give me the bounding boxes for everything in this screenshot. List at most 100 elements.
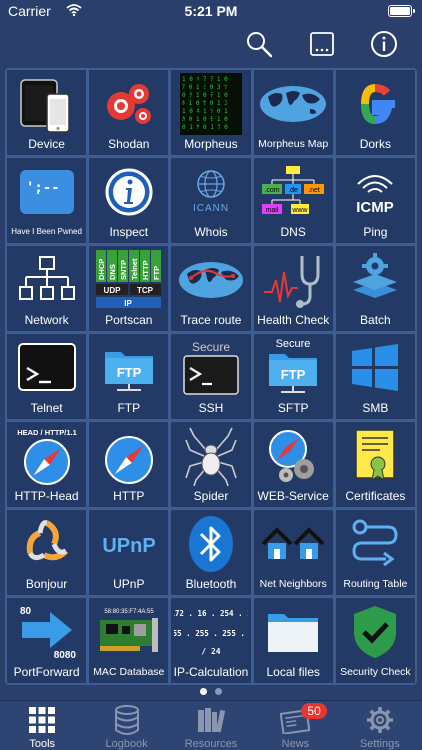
tool-spider[interactable]: Spider <box>171 422 251 507</box>
secure-terminal-icon: Secure <box>183 340 239 395</box>
terminal-icon <box>17 343 76 391</box>
tool-label: Trace route <box>180 313 242 327</box>
tool-trace-route[interactable]: Trace route <box>171 246 251 331</box>
tool-label: DNS <box>280 225 306 239</box>
tool-telnet[interactable]: Telnet <box>7 334 87 419</box>
tool-web-service[interactable]: WEB-Service <box>253 422 333 507</box>
tool-ip-calculation[interactable]: 172 . 16 . 254 . 1 255 . 255 . 255 . 0 /… <box>171 598 251 683</box>
upnp-icon: UPnP <box>102 535 155 557</box>
toolbar <box>0 22 422 66</box>
tool-morpheus-map[interactable]: Morpheus Map <box>253 70 333 155</box>
route-path-icon <box>352 519 398 567</box>
tool-label: Certificates <box>345 489 406 503</box>
gear-icon <box>366 707 393 733</box>
more-button[interactable] <box>306 28 338 60</box>
tool-portforward[interactable]: 80 8080 PortForward <box>7 598 87 683</box>
tool-label: Net Neighbors <box>259 578 327 590</box>
tab-logbook[interactable]: Logbook <box>84 701 168 750</box>
tool-label: HTTP <box>113 489 145 503</box>
tab-settings[interactable]: Settings <box>338 701 422 750</box>
tab-news[interactable]: 50 News <box>253 701 337 750</box>
trace-map-icon <box>178 262 243 298</box>
pwned-terminal-icon: ';-- <box>19 170 74 214</box>
tool-bluetooth[interactable]: Bluetooth <box>171 510 251 595</box>
tool-label: Have I Been Pwned <box>11 227 82 236</box>
matrix-code-icon: 1 0 ﾊ 7 ｦ 1 0ｱ 0 1 ﾐ 0 3 ﾂ 0 ｸ 1 0 ﾃ 1 0… <box>179 73 242 135</box>
tool-routing-table[interactable]: Routing Table <box>335 510 415 595</box>
database-icon <box>114 705 139 735</box>
tool-label: Local files <box>266 665 320 679</box>
svg-text:mail: mail <box>266 207 279 214</box>
tool-network[interactable]: Network <box>7 246 87 331</box>
tool-portscan[interactable]: DHCP DNS SNTP Telnet HTTP FTP UDP TCP IP… <box>89 246 169 331</box>
tool-ftp[interactable]: FTP FTP <box>89 334 169 419</box>
tool-smb[interactable]: SMB <box>335 334 415 419</box>
tool-dns[interactable]: .com .de .net mail www DNS <box>253 158 333 243</box>
tool-shodan[interactable]: Shodan <box>89 70 169 155</box>
tool-label: Bluetooth <box>185 577 237 591</box>
tool-label: Routing Table <box>343 578 408 590</box>
page-dot-1[interactable] <box>200 688 207 695</box>
tool-net-neighbors[interactable]: Net Neighbors <box>253 510 333 595</box>
safari-icon <box>104 436 153 484</box>
tools-grid: Device Shodan 1 0 ﾊ 7 ｦ 1 0ｱ 0 1 ﾐ 0 3 ﾂ… <box>5 68 417 685</box>
folder-icon <box>268 614 319 652</box>
svg-text:.de: .de <box>288 187 298 194</box>
svg-text:0 1 ﾔ 0 1 ﾗ 0: 0 1 ﾔ 0 1 ﾗ 0 <box>182 124 228 131</box>
tool-local-files[interactable]: Local files <box>253 598 333 683</box>
tool-sftp[interactable]: Secure FTP SFTP <box>253 334 333 419</box>
tool-upnp[interactable]: UPnP UPnP <box>89 510 169 595</box>
ip-calc-icon: 172 . 16 . 254 . 1 255 . 255 . 255 . 0 /… <box>174 609 248 656</box>
tool-http[interactable]: HTTP <box>89 422 169 507</box>
tool-health-check[interactable]: Health Check <box>253 246 333 331</box>
spider-icon <box>185 427 237 486</box>
tool-batch[interactable]: Batch <box>335 246 415 331</box>
svg-text:HTTP: HTTP <box>141 260 150 280</box>
grid-icon <box>29 707 56 733</box>
tool-label: Shodan <box>108 137 150 151</box>
tool-ssh[interactable]: Secure SSH <box>171 334 251 419</box>
svg-text:FTP: FTP <box>117 365 142 380</box>
tab-label: Resources <box>184 738 238 750</box>
tab-tools[interactable]: Tools <box>0 701 84 750</box>
tool-whois[interactable]: ICANN Whois <box>171 158 251 243</box>
tool-label: SMB <box>362 401 389 415</box>
tool-device[interactable]: Device <box>7 70 87 155</box>
battery-fill <box>390 7 410 15</box>
bluetooth-icon <box>188 516 233 572</box>
tool-morpheus[interactable]: 1 0 ﾊ 7 ｦ 1 0ｱ 0 1 ﾐ 0 3 ﾂ 0 ｸ 1 0 ﾃ 1 0… <box>171 70 251 155</box>
safari-head-icon: HEAD / HTTP/1.1 <box>17 428 76 485</box>
device-icon <box>19 79 70 133</box>
tool-have-i-been-pwned[interactable]: ';-- Have I Been Pwned <box>7 158 87 243</box>
tool-label: Dorks <box>359 137 392 151</box>
search-button[interactable] <box>243 28 275 60</box>
svg-text:UDP: UDP <box>103 286 121 295</box>
tool-label: Morpheus Map <box>258 138 329 150</box>
svg-text:Telnet: Telnet <box>130 258 139 280</box>
tool-label: Bonjour <box>25 577 68 591</box>
tool-certificates[interactable]: Certificates <box>335 422 415 507</box>
network-card-icon: 58:80:35:F7:4A:55 <box>99 609 158 652</box>
ftp-folder-icon: FTP <box>104 352 153 391</box>
tool-ping[interactable]: ICMP Ping <box>335 158 415 243</box>
tool-bonjour[interactable]: Bonjour <box>7 510 87 595</box>
tool-label: Portscan <box>105 313 153 327</box>
tool-mac-database[interactable]: 58:80:35:F7:4A:55 MAC Database <box>89 598 169 683</box>
tool-inspect[interactable]: Inspect <box>89 158 169 243</box>
page-indicator[interactable] <box>0 688 422 696</box>
layers-gear-icon <box>353 253 398 298</box>
info-button[interactable] <box>368 28 400 60</box>
tab-label: Logbook <box>105 738 148 750</box>
svg-text:';--: ';-- <box>26 180 60 196</box>
page-dot-2[interactable] <box>215 688 222 695</box>
tool-label: Device <box>28 137 65 151</box>
svg-text:ｶ 0 1 0 ﾓ 1 0: ｶ 0 1 0 ﾓ 1 0 <box>182 116 228 123</box>
tool-http-head[interactable]: HEAD / HTTP/1.1 HTTP-Head <box>7 422 87 507</box>
tab-resources[interactable]: Resources <box>169 701 253 750</box>
svg-text:58:80:35:F7:4A:55: 58:80:35:F7:4A:55 <box>104 609 154 615</box>
tool-security-check[interactable]: Security Check <box>335 598 415 683</box>
svg-text:0 ｸ 1 0 ﾃ 1 0: 0 ｸ 1 0 ﾃ 1 0 <box>182 92 228 99</box>
safari-gears-icon <box>269 430 315 482</box>
tool-dorks[interactable]: Dorks <box>335 70 415 155</box>
tool-label: HTTP-Head <box>14 489 79 503</box>
